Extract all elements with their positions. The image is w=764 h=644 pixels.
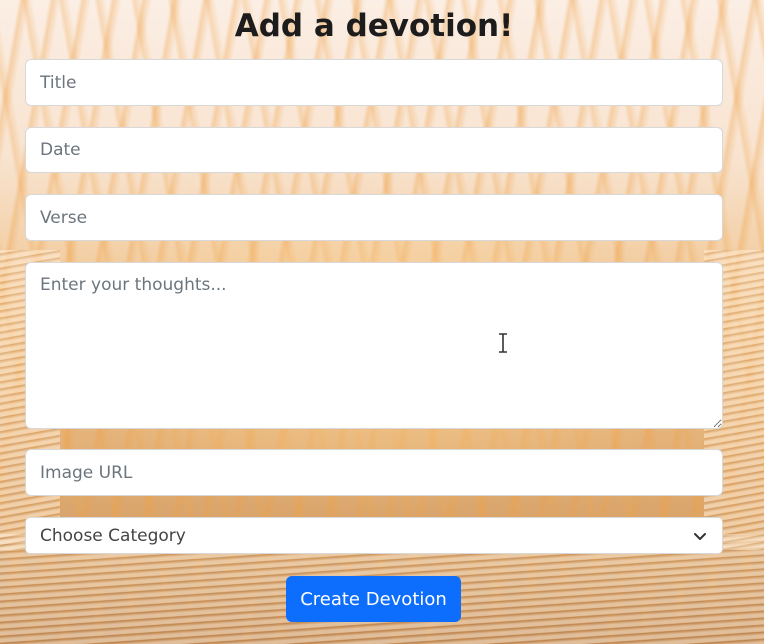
page-title: Add a devotion! <box>234 8 514 44</box>
title-input[interactable] <box>25 59 723 106</box>
create-devotion-button[interactable]: Create Devotion <box>286 576 461 622</box>
thoughts-textarea[interactable] <box>25 262 723 429</box>
date-input[interactable] <box>25 127 723 173</box>
verse-input[interactable] <box>25 194 723 241</box>
image-url-input[interactable] <box>25 449 723 496</box>
category-select-value: Choose Category <box>40 525 186 546</box>
text-cursor-icon <box>499 333 507 353</box>
chevron-down-icon <box>692 528 708 544</box>
category-select[interactable]: Choose Category <box>25 517 723 554</box>
